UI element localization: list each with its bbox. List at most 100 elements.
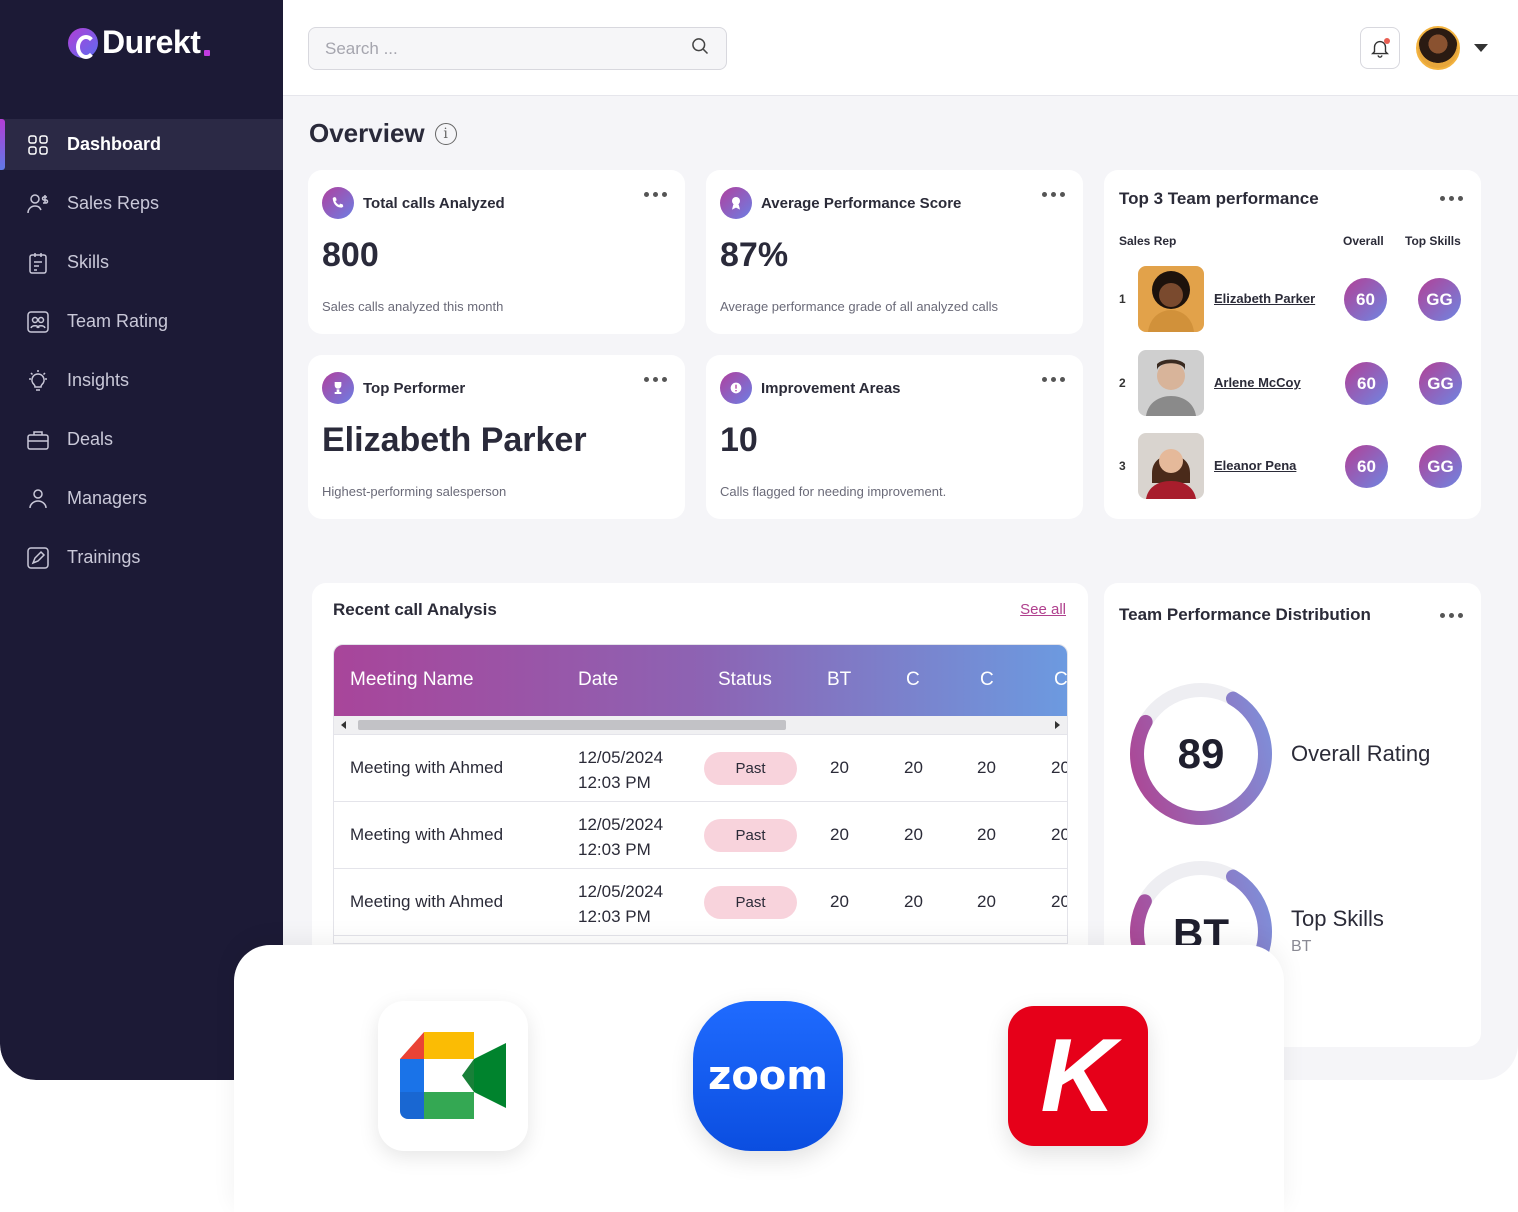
notification-dot: [1384, 38, 1390, 44]
sidebar-item-label: Trainings: [67, 547, 141, 567]
horizontal-scrollbar[interactable]: [334, 716, 1067, 735]
sidebar-item-label: Team Rating: [67, 311, 169, 331]
more-options-icon[interactable]: [1042, 192, 1065, 197]
trophy-icon: [322, 372, 354, 404]
more-options-icon[interactable]: [1042, 377, 1065, 382]
search-input[interactable]: [325, 38, 690, 59]
sidebar-item-label: Skills: [67, 252, 110, 272]
more-options-icon[interactable]: [644, 192, 667, 197]
sidebar-item-label: Insights: [67, 370, 130, 390]
stat-card-top-performer: Top Performer Elizabeth Parker Highest-p…: [308, 355, 685, 519]
briefcase-icon: [26, 428, 50, 452]
page-title: Overview i: [309, 118, 457, 149]
status-badge: Past: [704, 886, 797, 919]
stat-value: 87%: [720, 236, 789, 274]
alert-icon: [720, 372, 752, 404]
sidebar-item-label: Dashboard: [67, 134, 162, 154]
sidebar-item-label: Managers: [67, 488, 148, 508]
status-badge: Past: [704, 819, 797, 852]
search-icon[interactable]: [690, 36, 710, 61]
column-header[interactable]: Meeting Name: [350, 669, 474, 691]
score-cell: 20: [977, 825, 996, 844]
rep-name-link[interactable]: Eleanor Pena: [1214, 458, 1296, 473]
sidebar-item-managers[interactable]: Managers: [0, 473, 283, 524]
meeting-date: 12/05/2024 12:03 PM: [578, 882, 664, 926]
zoom-icon[interactable]: zoom: [693, 1001, 843, 1151]
column-header[interactable]: C: [906, 669, 920, 691]
table-row[interactable]: Meeting with Ahmed 12/05/2024 12:03 PM Pa…: [334, 802, 1067, 869]
team-rating-icon: [26, 310, 50, 334]
team-rep-row: 2 Arlene McCoy 60 GG: [1104, 350, 1481, 416]
recent-calls-table: Meeting Name Date Status BT C C C Meetin…: [333, 644, 1068, 944]
notifications-button[interactable]: [1360, 27, 1400, 69]
google-meet-icon[interactable]: [378, 1001, 528, 1151]
grid-icon: [26, 133, 50, 157]
brand-logo[interactable]: Durekt: [68, 24, 211, 61]
chevron-down-icon[interactable]: [1474, 44, 1488, 52]
score-cell: 20: [830, 758, 849, 777]
lightbulb-icon: [26, 369, 50, 393]
column-header[interactable]: C: [980, 669, 994, 691]
score-cell: 20: [830, 892, 849, 911]
sidebar-item-skills[interactable]: Skills: [0, 237, 283, 288]
card-title: Total calls Analyzed: [363, 194, 505, 212]
column-header-overall: Overall: [1343, 234, 1384, 248]
meeting-date: 12/05/2024 12:03 PM: [578, 748, 664, 792]
top-skill-badge: GG: [1418, 278, 1461, 321]
scrollbar-thumb[interactable]: [358, 720, 786, 730]
column-header[interactable]: C: [1054, 669, 1067, 691]
more-options-icon[interactable]: [1440, 196, 1463, 201]
score-cell: 20: [904, 825, 923, 844]
more-options-icon[interactable]: [644, 377, 667, 382]
page-title-text: Overview: [309, 118, 425, 148]
pen-icon: [26, 546, 50, 570]
kaltura-icon[interactable]: K: [1008, 1006, 1148, 1146]
score-cell: 20: [1051, 758, 1067, 777]
score-cell: 20: [1051, 825, 1067, 844]
logo-icon: [68, 27, 98, 59]
card-header: Average Performance Score: [720, 187, 961, 219]
sidebar-item-sales-reps[interactable]: Sales Reps: [0, 178, 283, 229]
column-header-top-skills: Top Skills: [1405, 234, 1461, 248]
score-cell: 20: [904, 892, 923, 911]
stat-subtitle: Sales calls analyzed this month: [322, 299, 504, 314]
sidebar-item-dashboard[interactable]: Dashboard: [0, 119, 283, 170]
rep-rank: 1: [1119, 292, 1126, 306]
overall-score-badge: 60: [1345, 362, 1388, 405]
user-avatar[interactable]: [1416, 26, 1460, 70]
card-title: Recent call Analysis: [333, 600, 497, 619]
stat-value: Elizabeth Parker: [322, 421, 587, 459]
see-all-link[interactable]: See all: [1020, 601, 1066, 618]
sidebar-item-label: Deals: [67, 429, 114, 449]
table-row[interactable]: Meeting with Ahmed 12/05/2024 12:03 PM Pa…: [334, 869, 1067, 936]
stat-subtitle: Highest-performing salesperson: [322, 484, 507, 499]
rep-rank: 3: [1119, 459, 1126, 473]
stat-subtitle: Calls flagged for needing improvement.: [720, 484, 947, 499]
sidebar-item-deals[interactable]: Deals: [0, 414, 283, 465]
brand-name: Durekt: [102, 24, 201, 60]
top-skills-label: Top Skills: [1291, 906, 1384, 931]
sidebar-item-team-rating[interactable]: Team Rating: [0, 296, 283, 347]
column-header[interactable]: Status: [718, 669, 772, 691]
more-options-icon[interactable]: [1440, 613, 1463, 618]
app-window: Durekt Dashboard Sales Reps Skills Team …: [0, 0, 1518, 1080]
card-title: Average Performance Score: [761, 194, 962, 212]
column-header[interactable]: BT: [827, 669, 851, 691]
top-skills-subtitle: BT: [1291, 938, 1312, 955]
status-badge: Past: [704, 752, 797, 785]
rep-name-link[interactable]: Elizabeth Parker: [1214, 291, 1315, 306]
meeting-name: Meeting with Ahmed: [350, 825, 504, 844]
score-cell: 20: [977, 758, 996, 777]
top-skill-badge: GG: [1419, 445, 1462, 488]
sidebar-item-insights[interactable]: Insights: [0, 355, 283, 406]
rep-name-link[interactable]: Arlene McCoy: [1214, 375, 1301, 390]
info-icon[interactable]: i: [434, 122, 457, 145]
table-row[interactable]: Meeting with Ahmed 12/05/2024 12:03 PM Pa…: [334, 735, 1067, 802]
score-cell: 20: [830, 825, 849, 844]
search-box: [308, 27, 727, 70]
scroll-left-icon[interactable]: [341, 721, 346, 729]
scroll-right-icon[interactable]: [1055, 721, 1060, 729]
sidebar-item-trainings[interactable]: Trainings: [0, 532, 283, 583]
column-header[interactable]: Date: [578, 669, 618, 691]
rep-photo: [1138, 433, 1204, 499]
